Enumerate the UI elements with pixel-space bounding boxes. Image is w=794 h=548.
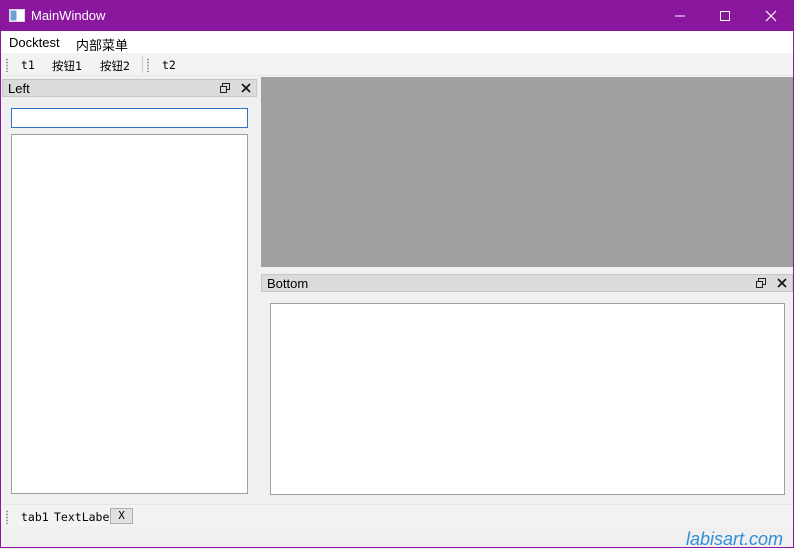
float-icon[interactable]	[755, 277, 767, 289]
maximize-icon	[720, 11, 730, 21]
close-icon	[765, 10, 777, 22]
toolbar-button-t2[interactable]: t2	[162, 58, 176, 72]
left-dock-input[interactable]	[11, 108, 248, 128]
bottom-tab-label[interactable]: tab1	[21, 510, 49, 524]
float-icon[interactable]	[219, 82, 231, 94]
toolbar-grip[interactable]	[6, 510, 8, 524]
dock-close-icon[interactable]	[776, 277, 788, 289]
dock-close-icon[interactable]	[240, 82, 252, 94]
toolbar-button-1[interactable]: 按钮1	[52, 58, 82, 74]
bottom-dock-text-area[interactable]	[270, 303, 785, 495]
minimize-button[interactable]	[657, 1, 703, 31]
title-bar[interactable]: MainWindow	[1, 1, 793, 31]
toolbar-separator	[142, 56, 143, 73]
toolbar-grip[interactable]	[6, 58, 8, 72]
left-dock-title-bar[interactable]: Left	[2, 79, 257, 97]
maximize-button[interactable]	[702, 1, 748, 31]
minimize-icon	[675, 15, 685, 17]
menu-docktest[interactable]: Docktest	[9, 35, 60, 50]
main-window: MainWindow Docktest 内部菜单 t1 按钮1 按钮2 t2 L…	[0, 0, 794, 548]
left-dock-list[interactable]	[11, 134, 248, 494]
left-dock-title: Left	[8, 81, 30, 96]
watermark-text: labisart.com	[686, 529, 784, 548]
window-title: MainWindow	[31, 8, 106, 23]
bottom-dock-title-bar[interactable]: Bottom	[261, 274, 793, 292]
bottom-text-label: TextLabel	[54, 510, 117, 524]
toolbar-grip[interactable]	[147, 58, 149, 72]
close-button[interactable]	[748, 1, 793, 31]
menu-inner-menu[interactable]: 内部菜单	[76, 35, 128, 54]
central-area	[261, 77, 793, 267]
toolbar-button-t1[interactable]: t1	[21, 58, 35, 72]
bottom-dock-title: Bottom	[267, 276, 309, 291]
bottom-toolbar: tab1 TextLabel X	[1, 504, 793, 527]
top-toolbar: t1 按钮1 按钮2 t2	[1, 53, 793, 76]
toolbar-button-2[interactable]: 按钮2	[100, 58, 130, 74]
x-button[interactable]: X	[110, 508, 133, 524]
window-app-icon	[9, 9, 25, 22]
menu-bar: Docktest 内部菜单	[1, 31, 793, 53]
